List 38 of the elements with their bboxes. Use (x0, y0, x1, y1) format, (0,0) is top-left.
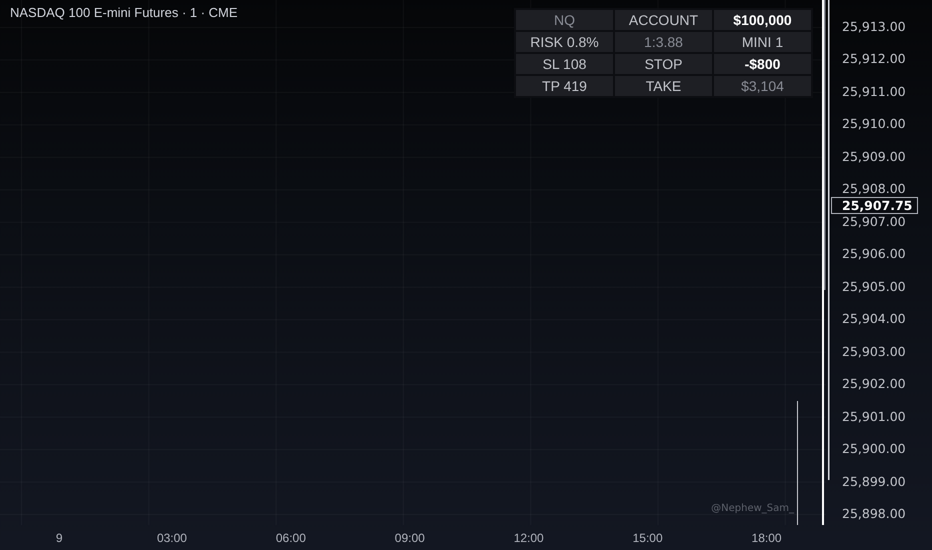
table-cell: NQ (515, 9, 614, 31)
price-label: 25,900.00 (841, 441, 906, 458)
price-label: 25,904.00 (841, 311, 906, 328)
price-label: 25,902.00 (841, 376, 906, 392)
current-price-label: 25,907.75 (831, 197, 918, 214)
time-label: 09:00 (394, 530, 426, 544)
price-label: 25,901.00 (841, 408, 906, 425)
table-cell: SL 108 (515, 53, 614, 75)
time-label: 9 (54, 530, 64, 544)
author-credit: @Nephew_Sam_ (711, 503, 794, 514)
table-cell: $100,000 (713, 9, 812, 31)
price-label: 25,913.00 (841, 19, 906, 35)
table-cell: STOP (614, 53, 713, 75)
price-label: 25,910.00 (841, 116, 906, 132)
time-label: 03:00 (156, 530, 188, 544)
price-label: 25,899.00 (841, 474, 906, 490)
price-label: 25,898.00 (841, 506, 906, 522)
time-label: 12:00 (512, 530, 545, 544)
table-cell: -$800 (713, 53, 812, 75)
price-label: 25,909.00 (841, 148, 906, 165)
time-label: 15:00 (632, 530, 664, 544)
table-cell: $3,104 (713, 75, 812, 97)
price-label: 25,906.00 (841, 246, 906, 262)
table-cell: TAKE (614, 75, 713, 97)
price-label: 25,908.00 (841, 181, 906, 198)
chart-title: NASDAQ 100 E-mini Futures · 1 · CME (10, 5, 238, 20)
price-label: 25,907.00 (841, 214, 906, 230)
time-label: 06:00 (274, 530, 307, 544)
price-label: 25,912.00 (841, 51, 906, 68)
price-label: 25,911.00 (841, 84, 906, 100)
time-label: 18:00 (750, 530, 783, 544)
price-label: 25,905.00 (841, 278, 906, 295)
table-cell: ACCOUNT (614, 9, 713, 31)
price-label: 25,903.00 (841, 344, 906, 360)
table-cell: MINI 1 (713, 31, 812, 53)
table-cell: TP 419 (515, 75, 614, 97)
table-cell: 1:3.88 (614, 31, 713, 53)
table-cell: RISK 0.8% (515, 31, 614, 53)
